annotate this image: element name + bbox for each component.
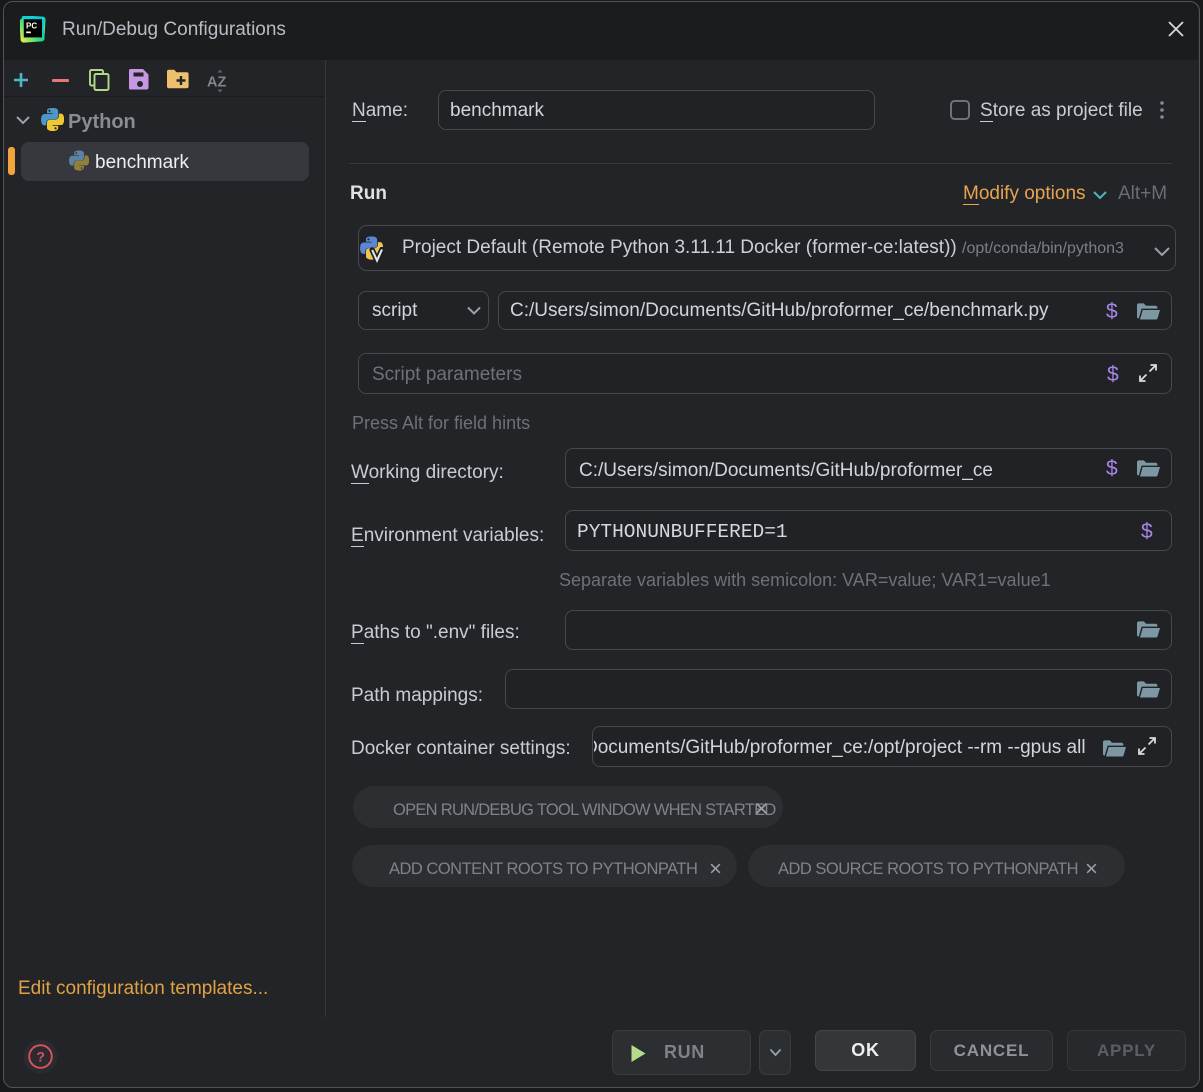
svg-text:PC: PC: [26, 22, 37, 31]
svg-text:?: ?: [36, 1049, 45, 1065]
svg-text:AZ: AZ: [207, 75, 226, 91]
